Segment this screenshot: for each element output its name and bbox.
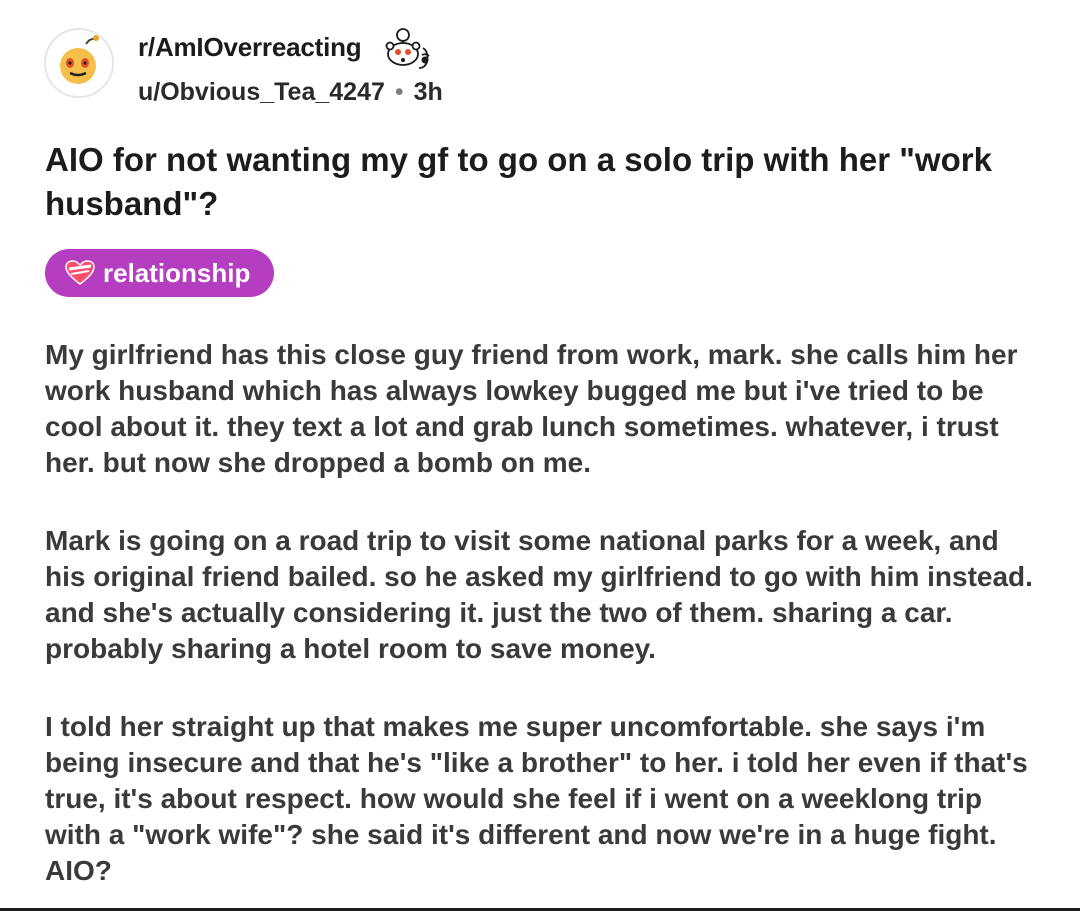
body-paragraph: My girlfriend has this close guy friend …: [45, 339, 1018, 478]
post-age: 3h: [413, 78, 443, 106]
heart-icon: [65, 260, 95, 286]
post-meta: u/Obvious_Tea_4247 • 3h: [138, 78, 443, 107]
post-body: My girlfriend has this close guy friend …: [45, 337, 1045, 889]
author-username[interactable]: u/Obvious_Tea_4247: [138, 78, 385, 106]
post-title[interactable]: AIO for not wanting my gf to go on a sol…: [45, 138, 1035, 226]
subreddit-name[interactable]: r/AmIOverreacting: [138, 32, 362, 63]
body-paragraph: Mark is going on a road trip to visit so…: [45, 525, 1033, 664]
post-flair[interactable]: relationship: [45, 249, 275, 297]
subreddit-avatar-icon[interactable]: [44, 28, 114, 98]
body-paragraph: I told her straight up that makes me sup…: [45, 711, 1028, 886]
post-header: r/AmIOverreacting u/Obvious_Tea_4247 • 3…: [44, 26, 944, 106]
snoo-award-icon: [379, 26, 439, 72]
meta-separator: •: [394, 78, 404, 106]
flair-label: relationship: [103, 257, 251, 288]
post-card: r/AmIOverreacting u/Obvious_Tea_4247 • 3…: [0, 0, 1080, 911]
